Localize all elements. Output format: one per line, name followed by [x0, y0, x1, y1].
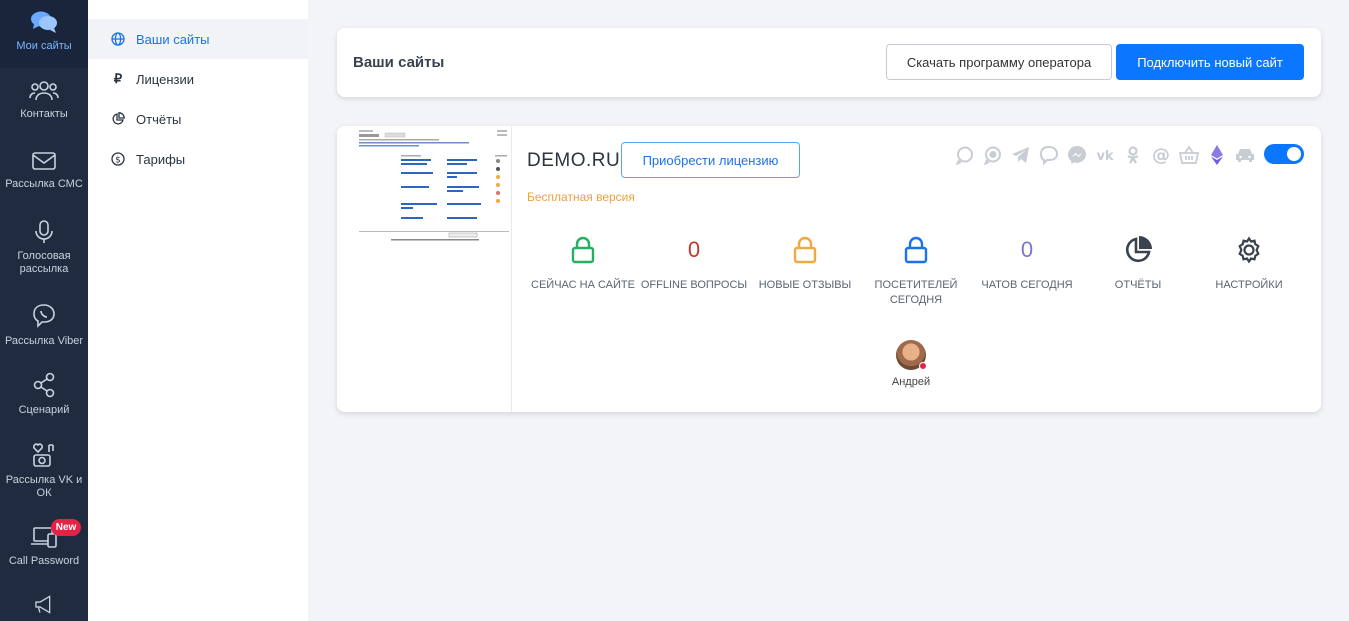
dollar-coin-icon: $: [110, 151, 126, 167]
stat-settings[interactable]: Настройки: [1194, 234, 1304, 293]
lock-blue-icon: [904, 236, 928, 264]
stat-value: 0: [1020, 237, 1034, 262]
connect-site-button[interactable]: Подключить новый сайт: [1116, 44, 1304, 80]
viber-icon: [33, 304, 55, 328]
subnav-label: Лицензии: [136, 71, 194, 87]
pie-chart-icon: [110, 111, 126, 127]
stat-label: Настройки: [1215, 279, 1283, 291]
subnav-label: Отчёты: [136, 111, 182, 127]
stat-label: Новые отзывы: [758, 279, 852, 291]
nav-label: Рассылка Viber: [4, 335, 84, 347]
vk-icon[interactable]: vk: [1093, 143, 1116, 166]
status-dot: [919, 362, 927, 370]
nav-contacts[interactable]: Контакты: [0, 80, 88, 140]
download-operator-button[interactable]: Скачать программу оператора: [886, 44, 1112, 80]
nav-voice[interactable]: Голосовая рассылка: [0, 220, 88, 300]
subnav-label: Ваши сайты: [136, 31, 210, 47]
svg-text:$: $: [115, 155, 121, 165]
nav-label: Рассылка VK и ОК: [5, 474, 83, 499]
site-thumbnail[interactable]: [337, 126, 512, 412]
stat-chats-today[interactable]: 0 Чатов сегодня: [972, 234, 1082, 293]
subnav-label: Тарифы: [136, 151, 186, 167]
envelope-icon: [32, 152, 56, 170]
nav-label: Рассылка СМС: [5, 178, 83, 190]
telegram-icon[interactable]: [1009, 143, 1032, 166]
header-card: Ваши сайты Скачать программу оператора П…: [337, 28, 1321, 97]
microphone-icon: [35, 220, 53, 243]
nav-vk-ok[interactable]: Рассылка VK и ОК: [0, 442, 88, 522]
stat-label: Сейчас на сайте: [531, 279, 635, 291]
car-icon[interactable]: [1233, 143, 1256, 166]
stat-label: Чатов сегодня: [981, 279, 1073, 291]
stat-label: Offline вопросы: [640, 279, 748, 291]
operator-name: Андрей: [891, 376, 931, 388]
whatsapp-icon[interactable]: [953, 143, 976, 166]
nav-broadcast[interactable]: [0, 594, 88, 621]
subnav-licenses[interactable]: ₽ Лицензии: [88, 59, 308, 99]
stat-online-now[interactable]: Сейчас на сайте: [528, 234, 638, 293]
nav-label: Call Password: [8, 555, 80, 567]
ethereum-icon[interactable]: [1205, 143, 1228, 166]
stat-label: Посетителей сегодня: [874, 279, 958, 306]
subnav-tariffs[interactable]: $ Тарифы: [88, 139, 308, 179]
nav-sms[interactable]: Рассылка СМС: [0, 150, 88, 210]
version-label: Бесплатная версия: [527, 190, 635, 204]
gear-icon: [1238, 236, 1260, 264]
nav-label: Контакты: [20, 108, 68, 120]
basket-icon[interactable]: [1177, 143, 1200, 166]
site-enabled-toggle[interactable]: [1264, 144, 1304, 164]
share-nodes-icon: [33, 372, 55, 398]
channel-icons: vk @: [953, 143, 1256, 166]
avatar: [896, 340, 927, 370]
nav-label: Сценарий: [18, 404, 70, 416]
stat-label: Отчёты: [1114, 279, 1162, 291]
site-card: DEMO.RU Приобрести лицензию Бесплатная в…: [337, 126, 1321, 412]
nav-label: Мои сайты: [16, 40, 72, 52]
messenger-icon[interactable]: [1065, 143, 1088, 166]
ok-icon[interactable]: [1121, 143, 1144, 166]
stat-reports[interactable]: Отчёты: [1083, 234, 1193, 293]
viber-icon[interactable]: [1037, 143, 1060, 166]
operator-card[interactable]: Андрей: [891, 340, 931, 388]
lock-orange-icon: [793, 236, 817, 264]
camera-heart-icon: [33, 443, 54, 467]
svg-text:@: @: [1152, 145, 1170, 165]
page-title: Ваши сайты: [353, 54, 445, 71]
users-icon: [29, 81, 59, 101]
stat-new-reviews[interactable]: Новые отзывы: [750, 234, 860, 293]
new-badge: New: [51, 519, 81, 536]
nav-viber[interactable]: Рассылка Viber: [0, 303, 88, 363]
sub-nav: Ваши сайты ₽ Лицензии Отчёты $ Тарифы: [88, 0, 308, 621]
megaphone-icon: [35, 595, 51, 614]
chat-bubbles-icon: [31, 11, 57, 33]
lock-green-icon: [571, 236, 595, 264]
email-icon[interactable]: @: [1149, 143, 1172, 166]
ruble-icon: ₽: [113, 71, 123, 86]
svg-text:vk: vk: [1096, 149, 1113, 164]
pie-chart-icon: [1125, 236, 1152, 263]
main-nav: Мои сайты Контакты Рассылка СМС Голосова…: [0, 0, 88, 621]
whatsapp-business-icon[interactable]: [981, 143, 1004, 166]
stat-offline-questions[interactable]: 0 Offline вопросы: [639, 234, 749, 293]
globe-icon: [110, 31, 126, 47]
stat-visitors-today[interactable]: Посетителей сегодня: [861, 234, 971, 308]
nav-label: Голосовая рассылка: [17, 250, 71, 275]
nav-my-sites[interactable]: Мои сайты: [0, 0, 88, 68]
subnav-reports[interactable]: Отчёты: [88, 99, 308, 139]
site-domain[interactable]: DEMO.RU: [527, 150, 620, 172]
buy-license-button[interactable]: Приобрести лицензию: [621, 142, 800, 178]
subnav-your-sites[interactable]: Ваши сайты: [88, 19, 308, 59]
stat-value: 0: [687, 237, 701, 262]
nav-scenario[interactable]: Сценарий: [0, 372, 88, 432]
